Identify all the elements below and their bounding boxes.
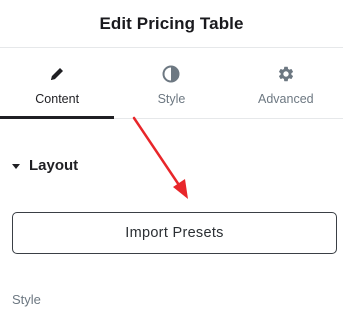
- tab-advanced[interactable]: Advanced: [229, 48, 343, 118]
- caret-down-icon: [12, 163, 20, 169]
- panel-title: Edit Pricing Table: [99, 13, 244, 33]
- contrast-icon: [161, 64, 181, 84]
- tab-content-label: Content: [35, 92, 80, 106]
- import-presets-label: Import Presets: [125, 225, 224, 241]
- style-field-label: Style: [12, 292, 41, 307]
- panel-header: Edit Pricing Table: [0, 0, 343, 48]
- annotation-arrow-head: [173, 179, 188, 199]
- annotation-arrow-shaft: [132, 116, 183, 190]
- tab-content[interactable]: Content: [0, 48, 115, 119]
- section-toggle-layout[interactable]: Layout: [12, 157, 78, 174]
- section-title: Layout: [29, 157, 79, 174]
- tab-style-label: Style: [157, 92, 186, 106]
- import-presets-button[interactable]: Import Presets: [12, 212, 337, 254]
- pencil-icon: [47, 64, 67, 84]
- gear-icon: [276, 64, 296, 84]
- panel-tabs: Content Style Advanced: [0, 48, 343, 119]
- tab-style[interactable]: Style: [114, 48, 228, 118]
- tab-advanced-label: Advanced: [258, 92, 314, 106]
